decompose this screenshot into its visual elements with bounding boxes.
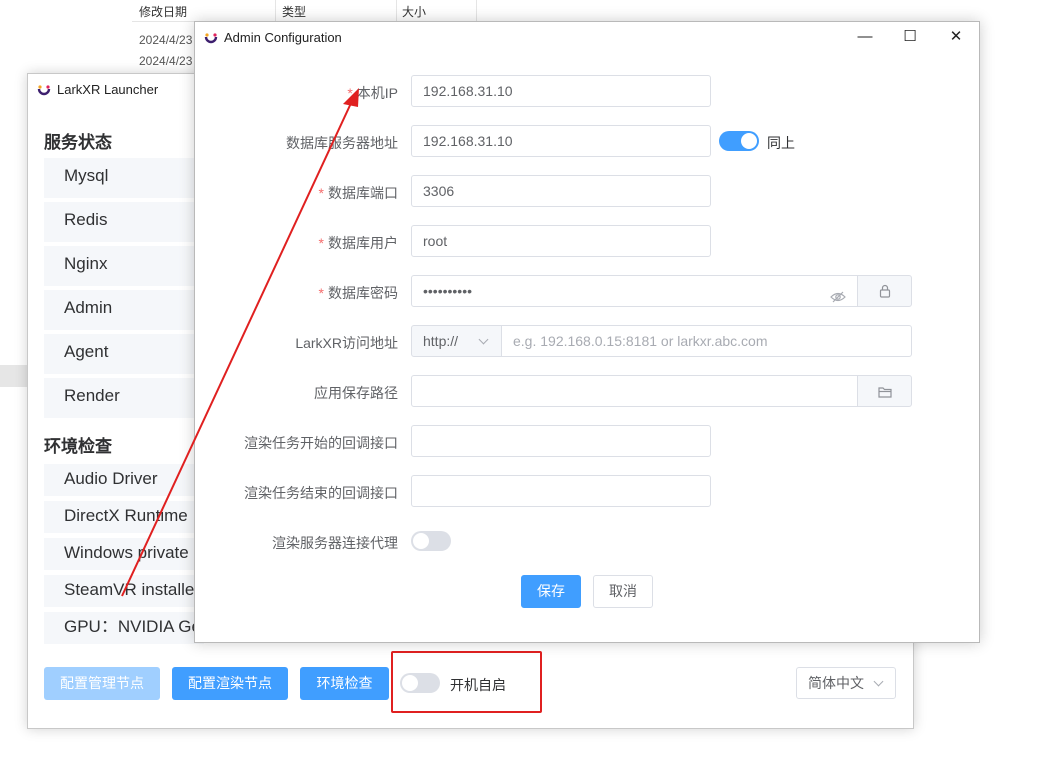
save-path-label: 应用保存路径 [314, 385, 398, 401]
env-item-gpu: GPU：NVIDIA Ge [44, 612, 204, 644]
service-item-nginx: Nginx [44, 246, 204, 286]
env-item-steamvr: SteamVR installed [44, 575, 204, 607]
larkxr-url-label: LarkXR访问地址 [295, 335, 398, 351]
db-port-label-text: 数据库端口 [328, 185, 398, 201]
switch-knob [413, 533, 429, 549]
switch-knob [741, 133, 757, 149]
chevron-down-icon [873, 676, 884, 687]
column-modified-date[interactable]: 修改日期 [139, 3, 187, 20]
larkxr-logo-icon [37, 83, 51, 97]
service-item-admin: Admin [44, 290, 204, 330]
chevron-down-icon [478, 334, 489, 345]
env-check-title: 环境检查 [44, 437, 112, 456]
column-divider[interactable] [275, 0, 276, 22]
env-item-directx: DirectX Runtime [44, 501, 204, 533]
service-item-redis: Redis [44, 202, 204, 242]
db-port-input[interactable]: 3306 [411, 175, 711, 207]
render-proxy-label: 渲染服务器连接代理 [272, 535, 398, 551]
config-admin-node-button[interactable]: 配置管理节点 [44, 667, 160, 700]
service-status-title: 服务状态 [44, 133, 112, 152]
save-button[interactable]: 保存 [521, 575, 581, 608]
env-check-button[interactable]: 环境检查 [300, 667, 389, 700]
required-asterisk: * [347, 85, 353, 101]
language-select[interactable]: 简体中文 [796, 667, 896, 699]
local-ip-input[interactable]: 192.168.31.10 [411, 75, 711, 107]
same-as-above-switch[interactable] [719, 131, 759, 151]
config-render-node-button[interactable]: 配置渲染节点 [172, 667, 288, 700]
column-type[interactable]: 类型 [282, 3, 306, 20]
same-as-above-label: 同上 [767, 135, 795, 151]
admin-config-window: Admin Configuration — ☐ ✕ * 本机IP 192.168.… [194, 21, 980, 643]
minimize-icon[interactable]: — [850, 26, 880, 48]
service-item-render: Render [44, 378, 204, 418]
language-value: 简体中文 [808, 675, 864, 691]
lock-icon [879, 284, 891, 303]
env-item-windows-private: Windows private [44, 538, 204, 570]
service-item-agent: Agent [44, 334, 204, 374]
save-path-input[interactable] [411, 375, 858, 407]
local-ip-label: * 本机IP [347, 83, 398, 103]
larkxr-url-input[interactable]: e.g. 192.168.0.15:8181 or larkxr.abc.com [501, 325, 912, 357]
required-asterisk: * [318, 285, 324, 301]
admin-titlebar: Admin Configuration [204, 30, 342, 45]
cancel-button[interactable]: 取消 [593, 575, 653, 608]
db-user-label: * 数据库用户 [319, 233, 398, 253]
larkxr-logo-icon [204, 31, 218, 45]
render-start-callback-label: 渲染任务开始的回调接口 [244, 435, 398, 451]
db-password-label: * 数据库密码 [319, 283, 398, 303]
column-divider[interactable] [476, 0, 477, 22]
eye-icon[interactable] [830, 284, 846, 314]
db-password-input[interactable]: •••••••••• [411, 275, 858, 307]
db-user-label-text: 数据库用户 [328, 235, 398, 251]
required-asterisk: * [318, 185, 324, 201]
required-asterisk: * [318, 235, 324, 251]
column-size[interactable]: 大小 [402, 3, 426, 20]
admin-title: Admin Configuration [224, 30, 342, 45]
db-server-input[interactable]: 192.168.31.10 [411, 125, 711, 157]
db-password-label-text: 数据库密码 [328, 285, 398, 301]
column-divider[interactable] [396, 0, 397, 22]
close-icon[interactable]: ✕ [941, 26, 971, 48]
db-password-value: •••••••••• [423, 283, 473, 299]
render-proxy-switch[interactable] [411, 531, 451, 551]
launcher-title: LarkXR Launcher [57, 82, 159, 97]
render-end-callback-input[interactable] [411, 475, 711, 507]
annotation-highlight-box [391, 651, 542, 713]
file-date: 2024/4/23 [139, 54, 193, 68]
env-item-audio-driver: Audio Driver [44, 464, 204, 496]
background-panel [0, 365, 28, 387]
file-date: 2024/4/23 [139, 33, 193, 47]
render-end-callback-label: 渲染任务结束的回调接口 [244, 485, 398, 501]
maximize-icon[interactable]: ☐ [895, 26, 925, 48]
service-item-mysql: Mysql [44, 158, 204, 198]
lock-button[interactable] [857, 275, 912, 307]
file-list-header: 修改日期 类型 大小 [132, 0, 477, 22]
launcher-titlebar: LarkXR Launcher [37, 82, 158, 97]
protocol-select[interactable]: http:// [411, 325, 502, 357]
db-port-label: * 数据库端口 [319, 183, 398, 203]
folder-icon [878, 385, 892, 403]
render-start-callback-input[interactable] [411, 425, 711, 457]
db-server-label: 数据库服务器地址 [286, 135, 398, 151]
db-user-input[interactable]: root [411, 225, 711, 257]
browse-folder-button[interactable] [857, 375, 912, 407]
local-ip-label-text: 本机IP [356, 85, 398, 101]
protocol-value: http:// [423, 333, 459, 349]
